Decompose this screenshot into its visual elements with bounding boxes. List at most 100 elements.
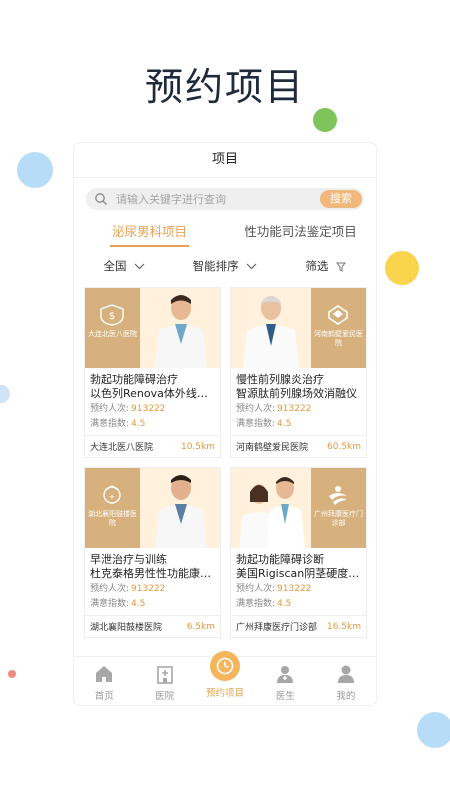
hospital-name: 湖北襄阳鼓楼医院 [90, 623, 163, 633]
active-tab-underline [110, 245, 189, 247]
satisfaction-value: 4.5 [277, 599, 292, 609]
satisfaction-stat: 满意指数: 4.5 [85, 596, 220, 611]
decor-dot-blue-small [0, 385, 10, 403]
tab-appointments[interactable]: 预约项目 [195, 651, 255, 705]
decor-dot-green [313, 108, 337, 132]
card-title-line2: 杜克泰格男性性功能康… [90, 567, 211, 580]
card-title-line1: 早泄治疗与训练 [90, 553, 167, 566]
card-image: $ 大连北医八医院 [85, 288, 220, 368]
doctor-image [239, 477, 305, 548]
distance: 60.5km [326, 441, 361, 452]
bookings-label: 预约人次: [90, 404, 130, 414]
tab-label: 性功能司法鉴定项目 [244, 224, 357, 239]
bookings-label: 预约人次: [236, 584, 276, 594]
phone-screen: 项目 搜索 泌尿男科项目 性功能司法鉴定项目 全国 智能排序 筛选 [74, 143, 376, 705]
region-label: 全国 [103, 259, 127, 273]
sort-label: 智能排序 [192, 259, 239, 273]
satisfaction-stat: 满意指数: 4.5 [231, 596, 366, 611]
filter-button[interactable]: 筛选 [275, 255, 376, 277]
satisfaction-label: 满意指数: [90, 419, 130, 429]
search-icon [95, 193, 107, 205]
satisfaction-value: 4.5 [131, 419, 146, 429]
project-card[interactable]: 河南鹤壁爱民医院 慢性前列腺炎治疗 智源肽前列腺场效消融仪 预约人次: 91322… [230, 287, 367, 458]
filter-bar: 全国 智能排序 筛选 [74, 255, 376, 277]
hospital-panel: 广州拜康医疗门诊部 [311, 468, 366, 548]
tab-label: 医生 [275, 691, 295, 702]
hospital-name: 广州拜康医疗门诊部 [236, 623, 318, 633]
card-title-line1: 勃起功能障碍诊断 [236, 553, 324, 566]
satisfaction-stat: 满意指数: 4.5 [85, 416, 220, 431]
card-footer: 广州拜康医疗门诊部 16.5km [231, 615, 366, 637]
sort-dropdown[interactable]: 智能排序 [175, 255, 276, 277]
hospital-panel: 河南鹤壁爱民医院 [311, 288, 366, 368]
hospital-logo-text: 湖北襄阳鼓楼医院 [88, 510, 137, 527]
tab-label: 我的 [336, 691, 356, 702]
card-image: 广州拜康医疗门诊部 [231, 468, 366, 548]
bookings-stat: 预约人次: 913222 [85, 581, 220, 596]
satisfaction-label: 满意指数: [236, 599, 276, 609]
doctor-image [155, 295, 207, 368]
doctor-image [155, 475, 207, 548]
card-footer: 湖北襄阳鼓楼医院 6.5km [85, 615, 220, 637]
clock-icon [216, 657, 234, 675]
bookings-value: 913222 [277, 584, 312, 594]
nav-title: 项目 [74, 143, 376, 178]
tab-mine[interactable]: 我的 [316, 657, 376, 705]
hospital-logo-icon: + [103, 485, 121, 504]
decor-dot-yellow [385, 251, 419, 285]
clock-icon-circle [210, 651, 241, 681]
search-input[interactable] [114, 191, 318, 207]
tab-label: 医院 [155, 691, 175, 702]
tab-sexual-forensic[interactable]: 性功能司法鉴定项目 [225, 221, 376, 247]
card-image: 河南鹤壁爱民医院 [231, 288, 366, 368]
decor-dot-blue-left [17, 152, 53, 188]
satisfaction-label: 满意指数: [236, 419, 276, 429]
card-title-line2: 智源肽前列腺场效消融仪 [236, 387, 357, 400]
tab-hospital[interactable]: 医院 [134, 657, 194, 705]
project-card[interactable]: $ 大连北医八医院 勃起功能障碍治疗 以色列Renova体外线… 预约人次: 91… [84, 287, 221, 458]
card-image: + 湖北襄阳鼓楼医院 [85, 468, 220, 548]
tab-label: 泌尿男科项目 [111, 224, 187, 239]
distance: 16.5km [326, 621, 361, 632]
project-card[interactable]: 广州拜康医疗门诊部 勃起功能障碍诊断 美国Rigiscan阴茎硬度… 预约人次:… [230, 467, 367, 638]
hospital-logo-text: 大连北医八医院 [88, 330, 137, 338]
region-dropdown[interactable]: 全国 [74, 255, 175, 277]
hospital-name: 大连北医八医院 [90, 443, 154, 453]
hero-title: 预约项目 [144, 65, 305, 109]
chevron-down-icon [134, 263, 145, 270]
tab-urology[interactable]: 泌尿男科项目 [74, 221, 225, 247]
tab-doctor[interactable]: 医生 [255, 657, 315, 705]
svg-text:$: $ [109, 311, 115, 322]
bookings-value: 913222 [131, 404, 166, 414]
satisfaction-value: 4.5 [131, 599, 146, 609]
hospital-logo-icon: $ [100, 304, 124, 326]
category-tabs: 泌尿男科项目 性功能司法鉴定项目 [74, 221, 376, 247]
card-title-line1: 勃起功能障碍治疗 [90, 373, 178, 386]
satisfaction-label: 满意指数: [90, 599, 130, 609]
funnel-icon [336, 262, 346, 272]
project-card[interactable]: + 湖北襄阳鼓楼医院 早泄治疗与训练 杜克泰格男性性功能康… 预约人次: 9132… [84, 467, 221, 638]
svg-text:+: + [109, 492, 116, 501]
hospital-logo-text: 广州拜康医疗门诊部 [314, 510, 363, 527]
hospital-name: 河南鹤壁爱民医院 [236, 443, 309, 453]
card-footer: 河南鹤壁爱民医院 60.5km [231, 435, 366, 457]
hospital-panel: + 湖北襄阳鼓楼医院 [85, 468, 140, 548]
person-icon [337, 665, 354, 683]
bookings-value: 913222 [131, 584, 166, 594]
hospital-panel: $ 大连北医八医院 [85, 288, 140, 368]
filter-label: 筛选 [305, 259, 329, 273]
bookings-label: 预约人次: [236, 404, 276, 414]
satisfaction-stat: 满意指数: 4.5 [231, 416, 366, 431]
search-bar: 搜索 [86, 188, 364, 210]
hospital-logo-icon [329, 486, 347, 505]
card-title-line1: 慢性前列腺炎治疗 [236, 373, 324, 386]
tab-home[interactable]: 首页 [74, 657, 134, 705]
card-title-line2: 美国Rigiscan阴茎硬度… [236, 567, 360, 580]
satisfaction-value: 4.5 [277, 419, 292, 429]
bookings-stat: 预约人次: 913222 [231, 581, 366, 596]
doctor-icon [277, 666, 294, 683]
hospital-logo-icon [328, 305, 348, 325]
distance: 6.5km [186, 621, 215, 632]
search-button[interactable]: 搜索 [320, 190, 362, 208]
hospital-icon [156, 666, 173, 684]
